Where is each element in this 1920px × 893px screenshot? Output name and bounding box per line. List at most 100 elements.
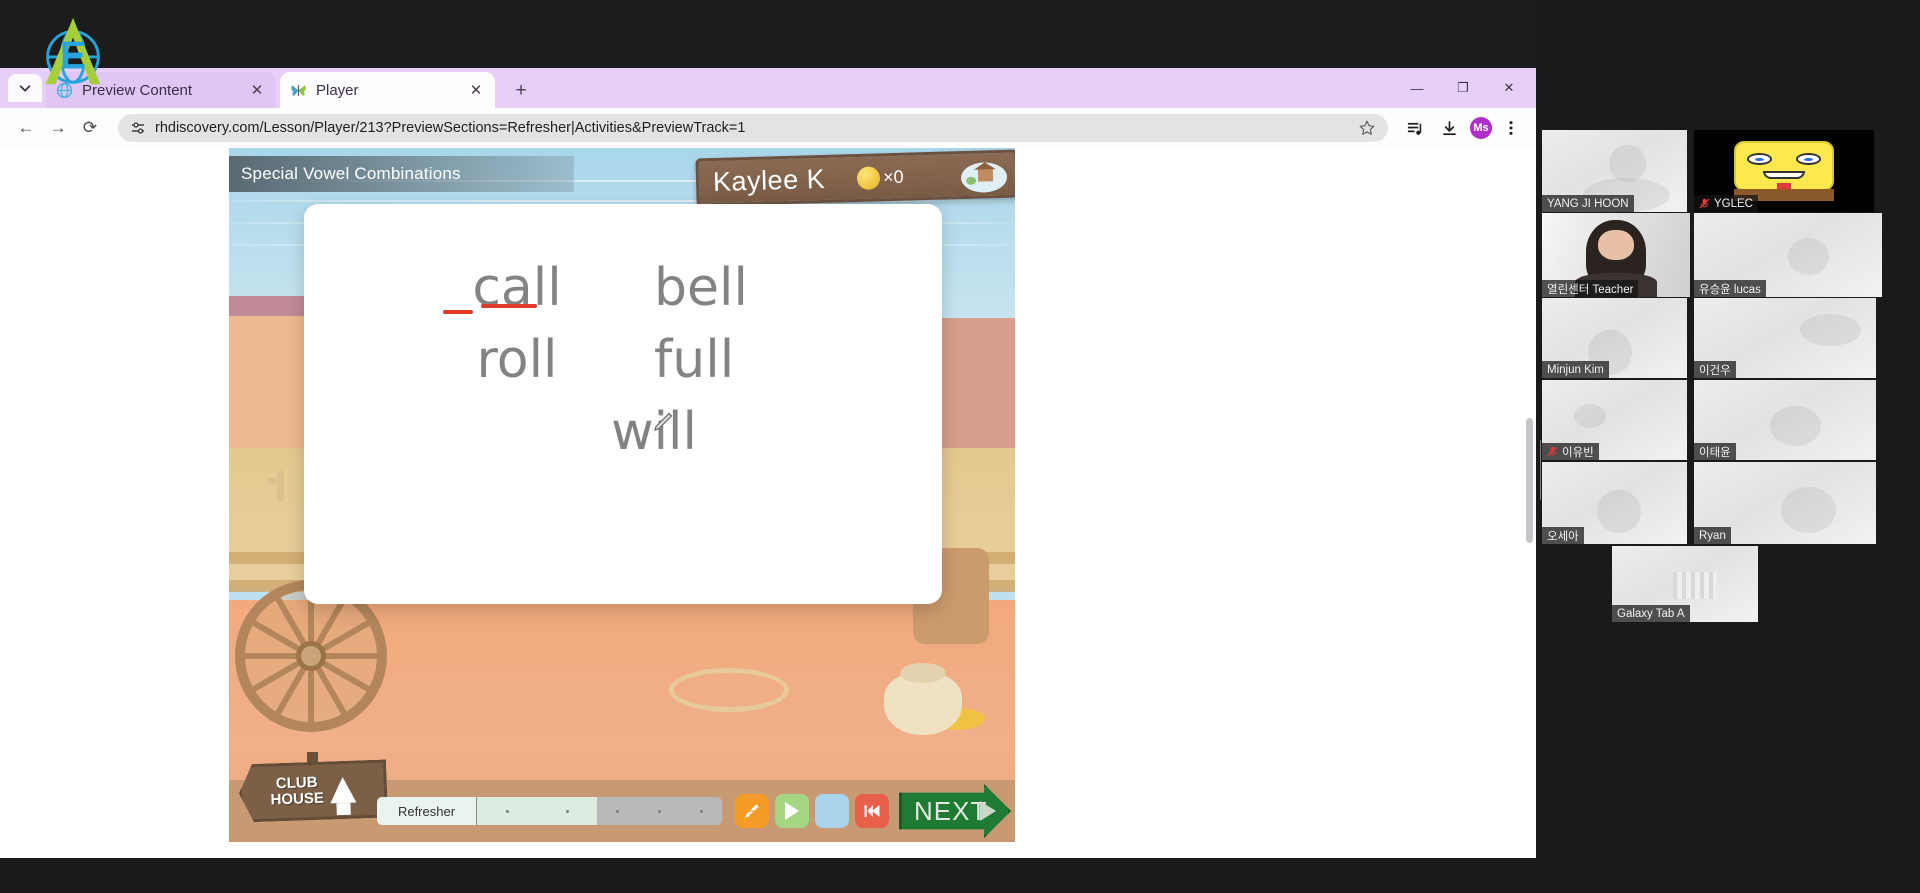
next-button[interactable]: NEXT — [899, 784, 1011, 838]
participant-name: YANG JI HOON — [1547, 197, 1629, 210]
participant-name-badge: YANG JI HOON — [1542, 195, 1634, 212]
download-icon[interactable] — [1434, 113, 1464, 143]
word-call[interactable]: call — [442, 258, 592, 318]
clubhouse-button[interactable]: CLUB HOUSE — [238, 759, 388, 822]
next-label: NEXT — [914, 795, 988, 826]
progress-bar[interactable]: Refresher — [377, 797, 722, 825]
word-roll[interactable]: roll — [442, 330, 592, 390]
participant-name-badge: YGLEC — [1694, 195, 1758, 212]
up-arrow-icon — [329, 777, 356, 804]
participant-tile[interactable]: YANG JI HOON — [1542, 130, 1687, 212]
tab-strip: Preview Content ✕ Player ✕ + — ❐ ✕ — [0, 68, 1536, 108]
butterfly-icon — [291, 84, 306, 96]
progress-remaining-segment — [597, 797, 722, 825]
word-grid: call bell roll full will — [304, 258, 942, 474]
scrollbar-thumb[interactable] — [1526, 418, 1533, 543]
word-row: will — [304, 402, 942, 462]
zoom-participants-panel: YANG JI HOON YGLEC 열린센터 Teacher 유승윤 luca… — [1536, 0, 1920, 893]
participant-name: 유승윤 lucas — [1699, 283, 1761, 296]
participant-name-badge: 열린센터 Teacher — [1542, 280, 1639, 297]
participant-name-badge: Galaxy Tab A — [1612, 605, 1690, 622]
participant-name: 오세아 — [1547, 530, 1579, 543]
participant-name-badge: 오세아 — [1542, 527, 1584, 544]
pencil-cursor-icon — [654, 412, 673, 431]
participant-tile[interactable]: 이유빈 — [1542, 380, 1687, 460]
new-tab-button[interactable]: + — [508, 78, 534, 104]
tab-player[interactable]: Player ✕ — [280, 72, 495, 108]
participant-tile[interactable]: Minjun Kim — [1542, 298, 1687, 378]
word-text: call — [472, 258, 562, 318]
progress-completed-segment — [477, 797, 597, 825]
participant-name: Ryan — [1699, 529, 1726, 542]
lesson-bottom-bar: CLUB HOUSE Refresher NEXT — [229, 752, 1015, 842]
participant-name: 이건우 — [1699, 364, 1731, 377]
reload-button[interactable]: ⟳ — [74, 112, 106, 144]
address-bar[interactable]: rhdiscovery.com/Lesson/Player/213?Previe… — [118, 114, 1388, 142]
screen-root: E Preview Content ✕ Player ✕ + — ❐ ✕ ← →… — [0, 0, 1920, 893]
forward-button[interactable]: → — [42, 112, 74, 144]
participant-tile[interactable]: 이태윤 — [1694, 380, 1876, 460]
play-button[interactable] — [775, 794, 809, 828]
participant-name-badge: 유승윤 lucas — [1694, 280, 1766, 297]
chevron-down-icon — [19, 85, 31, 92]
participant-name-badge: 이태윤 — [1694, 443, 1736, 460]
participant-name-badge: 이건우 — [1694, 361, 1736, 378]
word-full[interactable]: full — [654, 330, 804, 390]
clubhouse-badge-icon[interactable] — [960, 161, 1008, 194]
play-icon — [785, 802, 799, 820]
media-playlist-icon[interactable] — [1400, 113, 1430, 143]
svg-text:E: E — [60, 35, 86, 78]
rewind-button[interactable] — [855, 794, 889, 828]
browser-window: Preview Content ✕ Player ✕ + — ❐ ✕ ← → ⟳… — [0, 68, 1536, 858]
tab-close-button[interactable]: ✕ — [467, 81, 485, 99]
pen-tool-button[interactable] — [735, 794, 769, 828]
url-text: rhdiscovery.com/Lesson/Player/213?Previe… — [155, 120, 746, 136]
participant-name: 이태윤 — [1699, 446, 1731, 459]
participant-tile[interactable]: 유승윤 lucas — [1694, 213, 1882, 297]
tune-icon[interactable] — [130, 120, 146, 136]
participant-tile[interactable]: 오세아 — [1542, 462, 1687, 544]
underline-mark-c — [443, 310, 473, 314]
participant-tile[interactable]: Galaxy Tab A — [1612, 546, 1758, 622]
close-window-button[interactable]: ✕ — [1486, 68, 1532, 108]
minimize-button[interactable]: — — [1394, 68, 1440, 108]
mute-icon — [1699, 198, 1710, 209]
participant-name-badge: Minjun Kim — [1542, 361, 1609, 378]
profile-avatar[interactable]: Ms — [1470, 117, 1492, 139]
three-dot-menu-icon[interactable] — [1496, 113, 1526, 143]
participant-name: YGLEC — [1714, 197, 1753, 210]
browser-toolbar: ← → ⟳ rhdiscovery.com/Lesson/Player/213?… — [0, 108, 1536, 148]
window-controls: — ❐ ✕ — [1394, 68, 1532, 108]
tab-title: Player — [316, 81, 359, 99]
lesson-title-bar: Special Vowel Combinations — [229, 156, 574, 192]
gold-coin-icon — [856, 165, 881, 190]
participant-name-badge: Ryan — [1694, 527, 1731, 544]
participant-tile[interactable]: YGLEC — [1694, 130, 1874, 212]
maximize-button[interactable]: ❐ — [1440, 68, 1486, 108]
blank-button[interactable] — [815, 794, 849, 828]
player-name: Kaylee K — [712, 163, 826, 197]
page-viewport: Special Vowel Combinations Kaylee K ×0 c… — [0, 148, 1536, 858]
mute-icon — [1547, 446, 1558, 457]
gold-bag — [884, 663, 962, 735]
word-bell[interactable]: bell — [654, 258, 804, 318]
participant-name: Galaxy Tab A — [1617, 607, 1685, 620]
pen-icon — [745, 804, 759, 818]
right-arrow-icon — [980, 801, 996, 821]
lesson-stage: Special Vowel Combinations Kaylee K ×0 c… — [229, 148, 1015, 842]
word-row: roll full — [304, 330, 942, 390]
participant-tile[interactable]: 이건우 — [1694, 298, 1876, 378]
back-button[interactable]: ← — [10, 112, 42, 144]
coin-count: ×0 — [882, 166, 904, 187]
participant-name-badge: 이유빈 — [1542, 443, 1599, 460]
participant-name: 이유빈 — [1562, 446, 1594, 459]
participant-tile[interactable]: Ryan — [1694, 462, 1876, 544]
clubhouse-label-line2: HOUSE — [270, 789, 325, 809]
page-scrollbar[interactable] — [1522, 148, 1536, 858]
tab-close-button[interactable]: ✕ — [248, 81, 266, 99]
word-text: bell — [654, 258, 748, 318]
word-text: roll — [476, 330, 558, 390]
rope-coil — [669, 668, 789, 712]
participant-tile-active-speaker[interactable]: 열린센터 Teacher — [1542, 213, 1690, 297]
star-icon[interactable] — [1358, 119, 1376, 137]
